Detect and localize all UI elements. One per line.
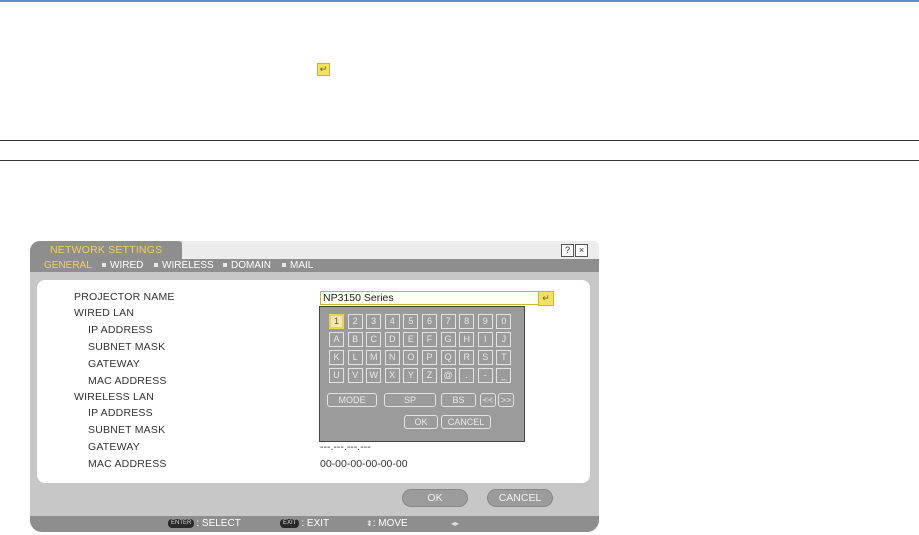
wireless-mac-value: 00-00-00-00-00-00: [320, 458, 408, 470]
wireless-lan-label: WIRELESS LAN: [74, 391, 155, 403]
projector-name-input[interactable]: NP3150 Series: [320, 291, 540, 305]
key-U[interactable]: U: [329, 368, 344, 383]
help-select-label: : SELECT: [196, 518, 241, 529]
help-select: ENTER: SELECT: [168, 516, 241, 532]
space-button[interactable]: SP: [384, 393, 436, 407]
key-M[interactable]: M: [366, 350, 382, 365]
title-bar: [182, 241, 599, 259]
wireless-gateway-value: ---.---.---.---: [320, 441, 371, 453]
tab-domain[interactable]: DOMAIN: [223, 259, 271, 272]
key-J[interactable]: J: [496, 332, 512, 347]
help-exit: EXIT: EXIT: [280, 516, 329, 532]
wireless-ip-label: IP ADDRESS: [88, 407, 153, 419]
key-6[interactable]: 6: [422, 314, 437, 329]
cursor-left-button[interactable]: <<: [480, 393, 496, 407]
key-T[interactable]: T: [496, 350, 512, 365]
key-V[interactable]: V: [347, 368, 363, 383]
key-8[interactable]: 8: [459, 314, 475, 329]
bullet-icon: [154, 263, 158, 268]
key-3[interactable]: 3: [366, 314, 382, 329]
key-L[interactable]: L: [347, 350, 363, 365]
up-down-icon: ⬍: [366, 519, 373, 528]
software-keyboard: MODE SP BS << >> OK CANCEL 1234567890ABC…: [319, 306, 525, 442]
bullet-icon: [282, 263, 286, 268]
key-Y[interactable]: Y: [403, 368, 419, 383]
key-4[interactable]: 4: [384, 314, 400, 329]
key-C[interactable]: C: [366, 332, 382, 347]
window-title-tab: NETWORK SETTINGS: [30, 241, 182, 259]
wired-mac-label: MAC ADDRESS: [88, 375, 167, 387]
mode-button[interactable]: MODE: [327, 393, 377, 407]
wired-ip-label: IP ADDRESS: [88, 324, 153, 336]
key-9[interactable]: 9: [477, 314, 493, 329]
key-Q[interactable]: Q: [440, 350, 456, 365]
key-K[interactable]: K: [329, 350, 344, 365]
key-H[interactable]: H: [459, 332, 475, 347]
wired-subnet-label: SUBNET MASK: [88, 341, 166, 353]
bullet-icon: [102, 263, 106, 268]
key-R[interactable]: R: [459, 350, 475, 365]
key-.[interactable]: .: [459, 368, 475, 383]
divider-line: [0, 160, 919, 161]
projector-name-label: PROJECTOR NAME: [74, 291, 175, 303]
key-F[interactable]: F: [422, 332, 437, 347]
cancel-button[interactable]: CANCEL: [487, 489, 553, 507]
enter-icon: ↵: [317, 63, 330, 76]
exit-key-icon: EXIT: [280, 518, 300, 528]
keyboard-cancel-button[interactable]: CANCEL: [441, 415, 491, 429]
key-E[interactable]: E: [403, 332, 419, 347]
help-icon[interactable]: ?: [561, 244, 574, 257]
sub-tab-bar: GENERAL WIRED WIRELESS DOMAIN MAIL: [30, 259, 599, 272]
key-X[interactable]: X: [384, 368, 400, 383]
key-W[interactable]: W: [366, 368, 382, 383]
tab-label: MAIL: [290, 260, 314, 271]
key-A[interactable]: A: [329, 332, 344, 347]
cursor-right-button[interactable]: >>: [498, 393, 514, 407]
enter-icon[interactable]: ↵: [538, 291, 554, 306]
close-icon[interactable]: ×: [575, 244, 588, 257]
key-7[interactable]: 7: [440, 314, 456, 329]
divider-line: [0, 140, 919, 141]
key--[interactable]: -: [477, 368, 493, 383]
key-O[interactable]: O: [403, 350, 419, 365]
key-1[interactable]: 1: [329, 314, 344, 329]
bullet-icon: [223, 263, 227, 268]
key-G[interactable]: G: [440, 332, 456, 347]
help-move-label: : MOVE: [372, 518, 408, 529]
key-Z[interactable]: Z: [422, 368, 437, 383]
wireless-gateway-label: GATEWAY: [88, 441, 140, 453]
wireless-mac-label: MAC ADDRESS: [88, 458, 167, 470]
key-P[interactable]: P: [422, 350, 437, 365]
key-_[interactable]: _: [496, 368, 512, 383]
tab-label: DOMAIN: [231, 260, 271, 271]
wireless-subnet-label: SUBNET MASK: [88, 424, 166, 436]
key-N[interactable]: N: [384, 350, 400, 365]
tab-wired[interactable]: WIRED: [102, 259, 143, 272]
tab-general[interactable]: GENERAL: [44, 259, 92, 272]
key-0[interactable]: 0: [496, 314, 512, 329]
key-5[interactable]: 5: [403, 314, 419, 329]
key-B[interactable]: B: [347, 332, 363, 347]
key-@[interactable]: @: [440, 368, 456, 383]
ok-button[interactable]: OK: [402, 489, 468, 507]
tab-label: WIRED: [110, 260, 144, 271]
wired-gateway-label: GATEWAY: [88, 358, 140, 370]
help-move: ⬍: MOVE: [366, 516, 408, 532]
wired-lan-label: WIRED LAN: [74, 307, 135, 319]
key-D[interactable]: D: [384, 332, 400, 347]
tab-label: WIRELESS: [162, 260, 214, 271]
keyboard-ok-button[interactable]: OK: [404, 415, 438, 429]
key-S[interactable]: S: [477, 350, 493, 365]
key-2[interactable]: 2: [347, 314, 363, 329]
help-bar: ENTER: SELECT EXIT: EXIT ⬍: MOVE ◂▸: [30, 516, 599, 532]
tab-wireless[interactable]: WIRELESS: [154, 259, 214, 272]
left-right-icon: ◂▸: [451, 519, 460, 528]
enter-key-icon: ENTER: [168, 518, 195, 528]
key-I[interactable]: I: [477, 332, 493, 347]
backspace-button[interactable]: BS: [441, 393, 476, 407]
help-exit-label: : EXIT: [301, 518, 330, 529]
top-accent-rule: [0, 0, 919, 2]
tab-mail[interactable]: MAIL: [282, 259, 313, 272]
